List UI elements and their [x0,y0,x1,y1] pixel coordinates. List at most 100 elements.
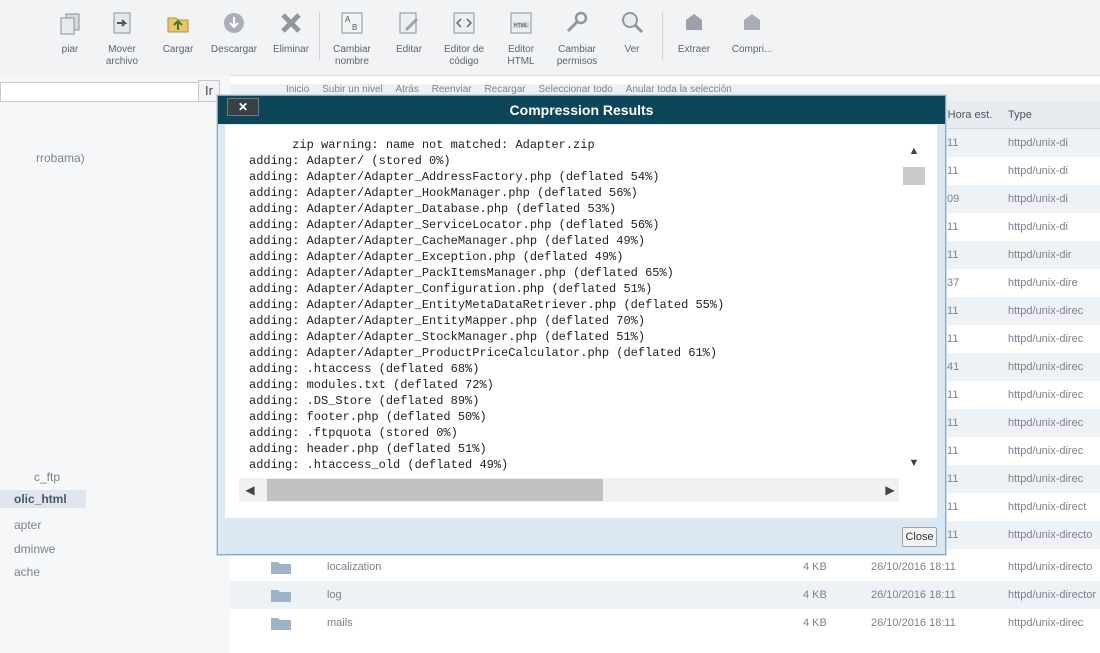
copy-button[interactable]: piar [50,8,90,70]
view-button[interactable]: Ver [614,8,650,70]
row-date: 26/10/2016 18:11 [871,561,956,573]
nav-home[interactable]: Inicio [286,84,309,95]
table-row[interactable]: mails 4 KB 26/10/2016 18:11 httpd/unix-d… [230,609,1100,637]
output-line: adding: Adapter/Adapter_ServiceLocator.p… [249,218,660,232]
row-type: httpd/unix-directo [1008,529,1093,541]
svg-text:A: A [345,15,351,24]
output-line: adding: Adapter/Adapter_Database.php (de… [249,202,617,216]
output-line: adding: Adapter/Adapter_Configuration.ph… [249,282,653,296]
nav-select-all[interactable]: Seleccionar todo [538,84,613,95]
row-name: mails [327,617,353,629]
dialog-body: zip warning: name not matched: Adapter.z… [225,125,937,518]
rename-icon: AB [341,12,363,34]
row-type: httpd/unix-directo [1008,561,1093,573]
folder-icon [271,590,291,602]
vertical-scrollbar[interactable]: ▲ ▼ [902,143,926,471]
dialog-close-x-button[interactable]: ✕ [227,98,259,116]
output-line: adding: .htaccess (deflated 68%) [249,362,480,376]
output-line: adding: Adapter/Adapter_CacheManager.php… [249,234,646,248]
nav-back[interactable]: Atrás [396,84,419,95]
row-time: :11 [944,137,959,149]
vertical-scroll-thumb[interactable] [903,167,925,185]
copy-icon [60,13,80,35]
row-type: httpd/unix-dir [1008,249,1072,261]
header-type[interactable]: Type [1008,109,1032,121]
scroll-left-arrow-icon[interactable]: ◀ [239,478,261,502]
row-type: httpd/unix-di [1008,137,1068,149]
sidebar-item-cache[interactable]: ache [14,565,40,579]
header-time[interactable]: (Hora est. [944,109,992,121]
horizontal-scroll-thumb[interactable] [267,479,603,501]
rename-label: Cambiar nombre [333,44,371,67]
nav-forward[interactable]: Reenviar [432,84,472,95]
row-type: httpd/unix-direc [1008,333,1084,345]
move-file-label: Mover archivo [105,44,139,67]
row-size: 4 KB [803,561,827,573]
output-line: adding: Adapter/Adapter_AddressFactory.p… [249,170,660,184]
row-type: httpd/unix-direc [1008,445,1084,457]
row-time: :41 [944,361,960,373]
permissions-icon [566,11,588,33]
code-editor-icon [453,12,475,34]
compress-button[interactable]: Compri... [726,8,778,70]
folder-icon [271,562,291,574]
row-time: :11 [944,417,959,429]
row-type: httpd/unix-direc [1008,473,1084,485]
output-line: adding: Adapter/Adapter_Exception.php (d… [249,250,624,264]
row-type: httpd/unix-direct [1008,501,1087,513]
output-line: adding: Adapter/Adapter_HookManager.php … [249,186,638,200]
row-type: httpd/unix-di [1008,165,1068,177]
table-row[interactable]: localization 4 KB 26/10/2016 18:11 httpd… [230,553,1100,581]
nav-up-one-level[interactable]: Subir un nivel [322,84,383,95]
scroll-down-arrow-icon[interactable]: ▼ [902,455,926,471]
output-line: adding: Adapter/Adapter_ProductPriceCalc… [249,346,718,360]
html-editor-button[interactable]: HTML Editor HTML [500,8,542,70]
html-editor-label: Editor HTML [507,44,535,67]
row-type: httpd/unix-direc [1008,305,1084,317]
code-editor-button[interactable]: Editor de código [438,8,490,70]
output-line: adding: .htaccess_old (deflated 49%) [249,458,509,472]
row-time: :11 [944,389,959,401]
row-type: httpd/unix-direc [1008,389,1084,401]
row-time: :11 [944,473,959,485]
download-button[interactable]: Descargar [208,8,260,70]
row-type: httpd/unix-director [1008,589,1097,601]
nav-reload[interactable]: Recargar [484,84,525,95]
sidebar-item-home[interactable]: rrobama) [36,151,85,165]
sidebar-item-public-html[interactable]: olic_html [0,490,86,508]
upload-button[interactable]: Cargar [158,8,198,70]
close-button[interactable]: Close [902,527,937,547]
row-time: :11 [944,333,959,345]
rename-button[interactable]: AB Cambiar nombre [326,8,378,70]
folder-icon [271,618,291,630]
move-file-button[interactable]: Mover archivo [100,8,144,70]
row-time: :09 [944,193,960,205]
scroll-right-arrow-icon[interactable]: ▶ [879,478,901,502]
view-label: Ver [624,44,640,55]
scroll-up-arrow-icon[interactable]: ▲ [902,143,926,159]
delete-button[interactable]: Eliminar [268,8,314,70]
copy-label: piar [61,44,79,55]
edit-icon [399,12,418,34]
row-size: 4 KB [803,617,827,629]
sidebar-item-adminwe[interactable]: dminwe [14,542,55,556]
row-type: httpd/unix-dire [1008,277,1078,289]
horizontal-scrollbar[interactable]: ◀ ▶ [239,478,899,502]
table-row[interactable]: log 4 KB 26/10/2016 18:11 httpd/unix-dir… [230,581,1100,609]
sidebar-item-adapter[interactable]: apter [14,518,41,532]
sidebar-item-ftp[interactable]: c_ftp [34,470,60,484]
compress-icon [744,14,760,30]
output-line: adding: footer.php (deflated 50%) [249,410,487,424]
toolbar-separator [319,12,320,60]
edit-button[interactable]: Editar [390,8,428,70]
extract-button[interactable]: Extraer [672,8,716,70]
download-label: Descargar [210,44,258,55]
compress-label: Compri... [731,44,773,55]
output-line: adding: header.php (deflated 51%) [249,442,487,456]
permissions-button[interactable]: Cambiar permisos [550,8,604,70]
move-file-icon [113,12,131,34]
output-line: adding: Adapter/ (stored 0%) [249,154,451,168]
upload-label: Cargar [162,44,194,55]
path-input[interactable] [0,82,201,102]
nav-deselect-all[interactable]: Anular toda la selección [626,84,732,95]
